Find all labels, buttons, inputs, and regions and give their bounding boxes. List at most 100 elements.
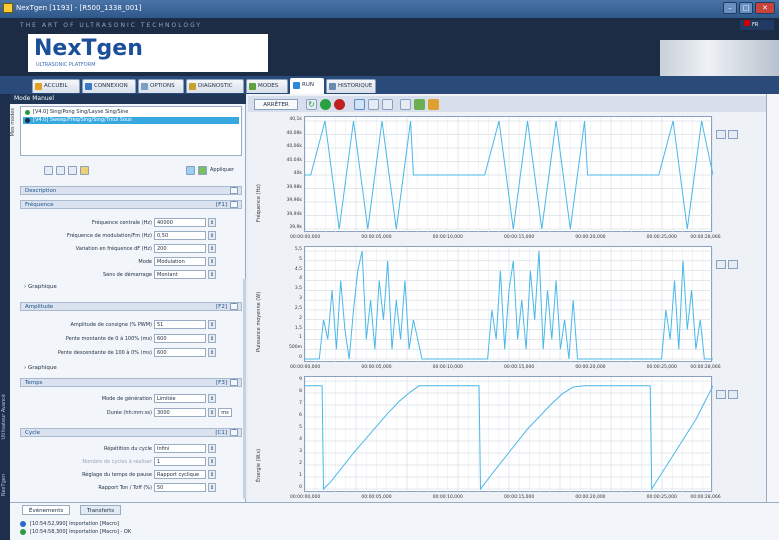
y-tick-label: 7 [299, 401, 302, 406]
graph-toggle-amplitude[interactable]: › Graphique [24, 365, 57, 371]
field-input[interactable]: Infini [154, 444, 206, 453]
unit-field[interactable]: ms [218, 408, 232, 417]
export-icon[interactable] [400, 99, 411, 110]
field-input[interactable]: 1 [154, 457, 206, 466]
spinner-icon[interactable]: ⇕ [208, 231, 216, 240]
collapse-icon[interactable]: ˄ [230, 429, 238, 436]
cursor-icon[interactable] [368, 99, 379, 110]
field-input[interactable]: Modulation [154, 257, 206, 266]
settings-icon[interactable] [728, 260, 738, 269]
export-mode-icon[interactable] [80, 166, 89, 175]
field-input[interactable]: 51 [154, 320, 206, 329]
minimize-button[interactable]: – [723, 2, 737, 14]
settings-icon[interactable] [728, 390, 738, 399]
y-tick-label: 1 [299, 473, 302, 478]
folder-icon[interactable] [428, 99, 439, 110]
excel-icon[interactable] [414, 99, 425, 110]
panel-scrollbar[interactable] [243, 279, 246, 499]
save-mode-icon[interactable] [56, 166, 65, 175]
field-label: Rapport Ton / Toff (%) [98, 485, 152, 491]
tab-modes[interactable]: MODES [246, 79, 288, 93]
chart-plot[interactable] [304, 116, 713, 233]
field-input[interactable]: 200 [154, 244, 206, 253]
field-input[interactable]: 40000 [154, 218, 206, 227]
section-temps[interactable]: Temps [F3] ˄ [20, 378, 242, 387]
field-input[interactable]: 600 [154, 334, 206, 343]
app-icon [3, 3, 13, 13]
spinner-icon[interactable]: ⇕ [208, 408, 216, 417]
apply-button[interactable]: Appliquer [210, 167, 234, 173]
spinner-icon[interactable]: ⇕ [208, 483, 216, 492]
red-led-icon[interactable] [334, 99, 345, 110]
collapse-icon[interactable]: ˄ [230, 379, 238, 386]
settings-icon[interactable] [728, 130, 738, 139]
field-input[interactable]: Montant [154, 270, 206, 279]
section-cycle[interactable]: Cycle [C1] ˄ [20, 428, 242, 437]
chart-plot[interactable] [304, 246, 713, 363]
spinner-icon[interactable]: ⇕ [208, 334, 216, 343]
y-tick-label: 3 [299, 449, 302, 454]
tab-run[interactable]: RUN [290, 78, 324, 94]
refresh-icon[interactable]: ↻ [306, 99, 317, 110]
y-tick-label: 40,1k [289, 117, 302, 122]
spinner-icon[interactable]: ⇕ [208, 270, 216, 279]
field-input[interactable]: 50 [154, 483, 206, 492]
green-led-icon[interactable] [320, 99, 331, 110]
graph-toggle-frequence[interactable]: › Graphique [24, 284, 57, 290]
spinner-icon[interactable]: ⇕ [208, 218, 216, 227]
spinner-icon[interactable]: ⇕ [208, 244, 216, 253]
collapse-icon[interactable]: ˅ [230, 187, 238, 194]
field-label: Fréquence de modulation/Fm (Hz) [67, 233, 152, 239]
chart-plot[interactable] [304, 376, 713, 493]
language-selector[interactable]: FR [740, 20, 774, 30]
record-icon[interactable] [382, 99, 393, 110]
apply-icon[interactable] [198, 166, 207, 175]
section-hotkey: [F2] [216, 304, 227, 310]
mode-item[interactable]: [V4.0] Sing/Pong Sing/Laysé Sing/Sine [23, 109, 239, 116]
spinner-icon[interactable]: ⇕ [208, 348, 216, 357]
section-amplitude[interactable]: Amplitude [F2] ˄ [20, 302, 242, 311]
field-input[interactable]: 3000 [154, 408, 206, 417]
tab-options[interactable]: OPTIONS [138, 79, 184, 93]
zoom-icon[interactable] [716, 390, 726, 399]
spinner-icon[interactable]: ⇕ [208, 257, 216, 266]
refresh-icon[interactable] [186, 166, 195, 175]
section-frequence[interactable]: Fréquence [F1] ˄ [20, 200, 242, 209]
maximize-button[interactable]: □ [739, 2, 753, 14]
event-row[interactable]: [10:54:52,990] Importation [Macro] [20, 521, 119, 527]
chart-svg [305, 117, 713, 233]
modes-list[interactable]: [V4.0] Sing/Pong Sing/Laysé Sing/Sine [V4… [20, 106, 242, 156]
tab-icon [249, 83, 256, 90]
tab-connexion[interactable]: CONNEXION [82, 79, 136, 93]
spinner-icon[interactable]: ⇕ [208, 457, 216, 466]
close-button[interactable]: ✕ [755, 2, 775, 14]
new-mode-icon[interactable] [44, 166, 53, 175]
collapse-icon[interactable]: ˄ [230, 201, 238, 208]
chart-svg [305, 247, 713, 363]
tab-transfers[interactable]: Transferts [80, 505, 122, 515]
stop-button[interactable]: ARRÊTER [254, 99, 298, 110]
spinner-icon[interactable]: ⇕ [208, 394, 216, 403]
tab-accueil[interactable]: ACCUEIL [32, 79, 80, 93]
left-strip-top-label: NexTgen [1, 474, 7, 497]
section-description[interactable]: Description ˅ [20, 186, 242, 195]
tab-historique[interactable]: HISTORIQUE [326, 79, 376, 93]
mode-item[interactable]: [V4.0] Sweep/Freq/Sing/Sing/Tmul Sous [23, 117, 239, 124]
tab-events[interactable]: Événements [22, 505, 71, 515]
field-input[interactable]: 0,50 [154, 231, 206, 240]
import-mode-icon[interactable] [68, 166, 77, 175]
tab-diagnostic[interactable]: DIAGNOSTIC [186, 79, 244, 93]
chart-view-icon[interactable] [354, 99, 365, 110]
spinner-icon[interactable]: ⇕ [208, 320, 216, 329]
spinner-icon[interactable]: ⇕ [208, 470, 216, 479]
zoom-icon[interactable] [716, 130, 726, 139]
y-tick-label: 40,04k [286, 157, 303, 163]
field-label: Sens de démarrage [103, 272, 152, 278]
field-input[interactable]: Limitée [154, 394, 206, 403]
spinner-icon[interactable]: ⇕ [208, 444, 216, 453]
field-input[interactable]: 600 [154, 348, 206, 357]
collapse-icon[interactable]: ˄ [230, 303, 238, 310]
zoom-icon[interactable] [716, 260, 726, 269]
event-row[interactable]: [10:54:58,300] Importation [Macro] - OK [20, 529, 131, 535]
field-input[interactable]: Rapport cyclique [154, 470, 206, 479]
